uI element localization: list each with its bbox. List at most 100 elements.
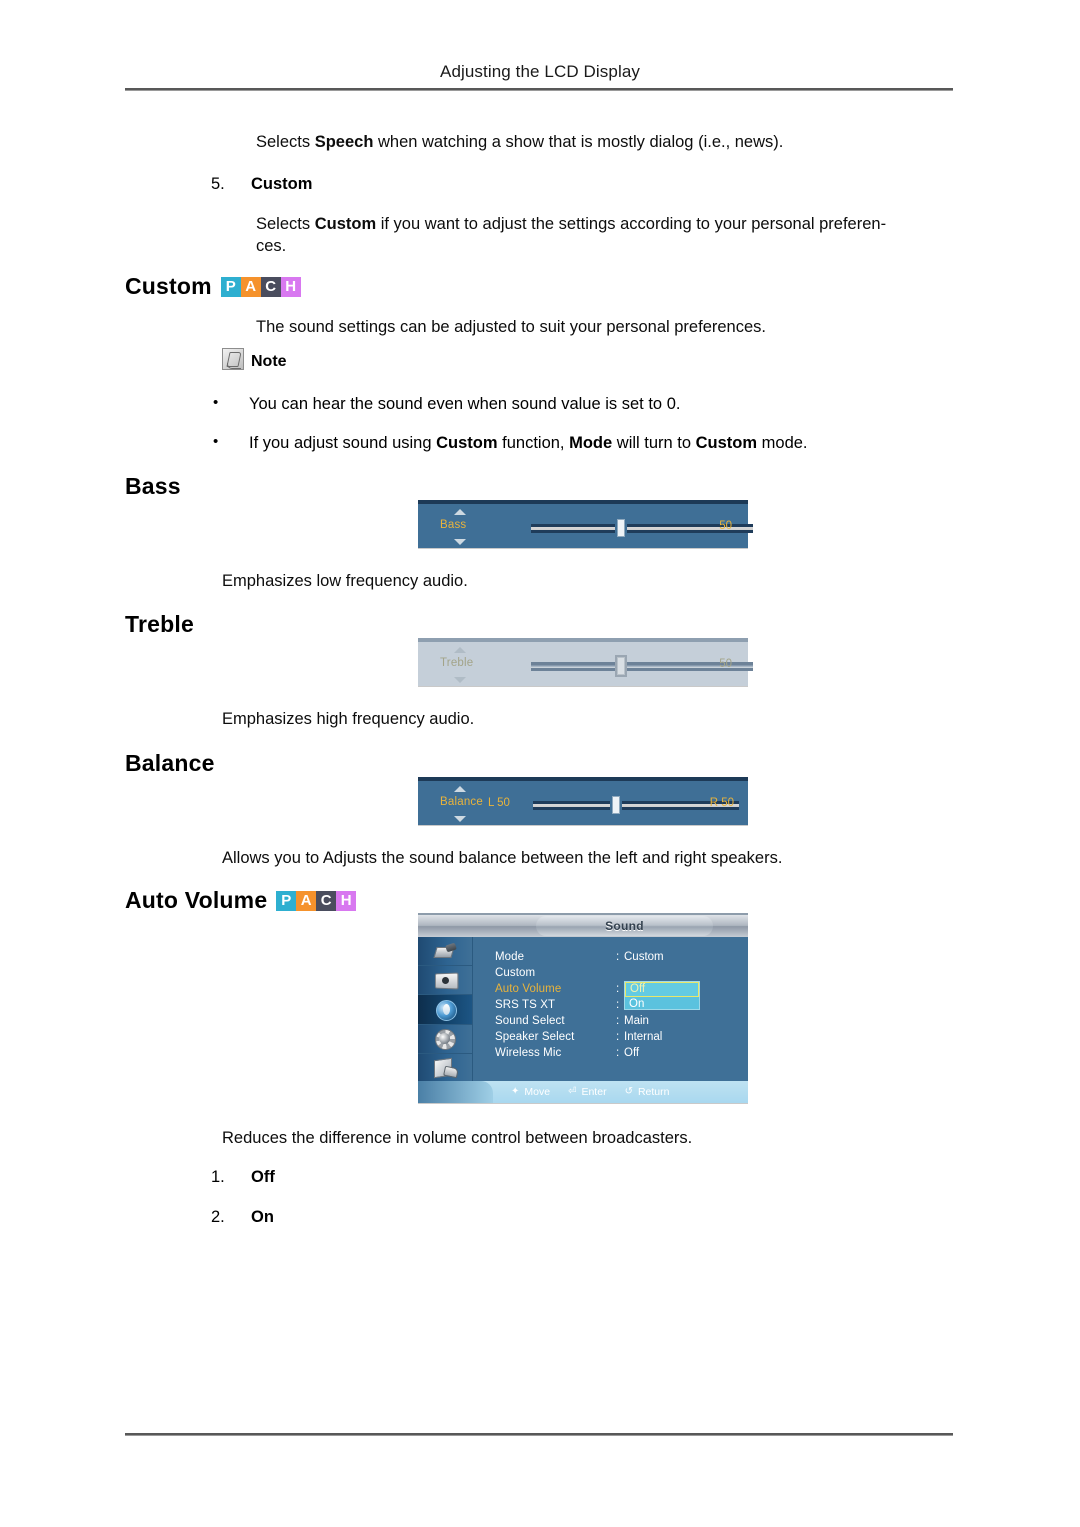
menu-value-speaker-select: Internal [624, 1031, 663, 1043]
custom-description-continuation: ces. [256, 237, 287, 255]
list-item-5-number: 5. [211, 175, 225, 193]
auto-volume-option-2-number: 2. [211, 1208, 225, 1226]
page-header-title: Adjusting the LCD Display [440, 62, 640, 81]
sidebar-item-sound[interactable] [418, 995, 472, 1025]
osd-sound-menu[interactable]: Sound Mode : Custom Custom Auto Volume:… [418, 913, 748, 1103]
dropdown-option-off[interactable]: Off [625, 982, 699, 997]
bottom-action-move-label: Move [524, 1086, 551, 1098]
menu-value-wireless-mic: Off [624, 1047, 640, 1059]
document-page: Adjusting the LCD Display Selects Speech… [0, 0, 1080, 1527]
osd-balance-right-value: R 50 [709, 797, 734, 809]
arrow-up-icon[interactable] [454, 647, 466, 653]
note-pencil-icon [222, 348, 244, 370]
osd-menu-title: Sound [605, 919, 644, 933]
osd-menu-content: Mode : Custom Custom Auto Volume : SRS T… [474, 937, 748, 1083]
osd-menu-sidebar [418, 937, 473, 1083]
intro-text-part2: when watching a show that is mostly dial… [373, 133, 784, 151]
bottom-action-move[interactable]: ✦ Move [511, 1086, 550, 1098]
osd-slider-treble[interactable]: Treble 50 [418, 638, 753, 686]
balance-heading-text: Balance [125, 750, 215, 776]
section-heading-bass: Bass [125, 473, 181, 500]
custom-bold: Custom [314, 215, 377, 233]
osd-balance-left-value: L 50 [488, 797, 510, 809]
header-divider [125, 88, 953, 91]
return-icon: ↺ [624, 1086, 633, 1097]
arrow-down-icon[interactable] [454, 539, 466, 545]
menu-row-auto-volume[interactable]: Auto Volume [495, 983, 561, 995]
badge-h: H [336, 890, 357, 911]
arrow-up-icon[interactable] [454, 509, 466, 515]
bottom-action-return-label: Return [637, 1086, 670, 1098]
list-item-5-label: Custom [251, 175, 313, 193]
auto-volume-dropdown[interactable]: Off On [624, 981, 700, 1010]
sidebar-item-setup[interactable] [418, 1025, 472, 1054]
bottom-action-enter[interactable]: ⏎ Enter [568, 1086, 607, 1098]
move-icon: ✦ [511, 1086, 520, 1097]
balance-description: Allows you to Adjusts the sound balance … [222, 849, 783, 867]
section-heading-auto-volume: Auto Volume P A C H [125, 887, 357, 914]
badge-c: C [260, 276, 281, 297]
bottom-bar-tab [418, 1081, 493, 1103]
arrow-up-icon[interactable] [454, 786, 466, 792]
picture-icon [432, 971, 458, 990]
treble-description: Emphasizes high frequency audio. [222, 710, 475, 728]
badge-a: A [240, 276, 261, 297]
menu-colon: : [616, 1015, 620, 1027]
note-label: Note [251, 353, 287, 370]
menu-colon: : [616, 1031, 620, 1043]
menu-value-sound-select: Main [624, 1015, 649, 1027]
osd-menu-bottom-bar: ✦ Move ⏎ Enter ↺ Return [418, 1081, 748, 1103]
arrow-down-icon[interactable] [454, 677, 466, 683]
auto-volume-option-1-number: 1. [211, 1168, 225, 1186]
osd-bass-label: Bass [440, 519, 467, 531]
auto-volume-description: Reduces the difference in volume control… [222, 1129, 693, 1147]
note-bullet-1-text: You can hear the sound even when sound v… [249, 395, 681, 413]
menu-row-sound-select[interactable]: Sound Select [495, 1015, 565, 1027]
osd-balance-track[interactable] [533, 801, 739, 810]
footer-divider [125, 1433, 953, 1436]
menu-row-mode[interactable]: Mode [495, 951, 524, 963]
section-heading-balance: Balance [125, 750, 215, 777]
intro-bold-speech: Speech [314, 133, 374, 151]
sidebar-item-picture[interactable] [418, 966, 472, 996]
menu-row-wireless-mic[interactable]: Wireless Mic [495, 1047, 561, 1059]
note-header: Note [222, 348, 287, 370]
auto-volume-option-2-label: On [251, 1208, 274, 1226]
custom-heading-text: Custom [125, 273, 212, 299]
osd-treble-value: 50 [719, 658, 732, 670]
bass-heading-text: Bass [125, 473, 181, 499]
multi-control-icon [432, 1058, 458, 1077]
custom-section-description: The sound settings can be adjusted to su… [256, 318, 766, 336]
custom-description-paragraph: Selects Custom if you want to adjust the… [256, 215, 887, 255]
dropdown-option-on[interactable]: On [625, 997, 699, 1011]
bottom-action-return[interactable]: ↺ Return [625, 1086, 670, 1098]
section-heading-treble: Treble [125, 611, 194, 638]
intro-text-part1: Selects [256, 133, 315, 151]
menu-value-mode: Custom [624, 951, 664, 963]
arrow-down-icon[interactable] [454, 816, 466, 822]
osd-balance-label: Balance [440, 796, 483, 808]
sidebar-item-multi-control[interactable] [418, 1054, 472, 1083]
menu-row-custom[interactable]: Custom [495, 967, 535, 979]
osd-bass-knob[interactable] [615, 517, 627, 539]
pach-badge-group-custom: P A C H [220, 276, 301, 297]
osd-slider-bass[interactable]: Bass 50 [418, 500, 753, 548]
auto-volume-option-1-label: Off [251, 1168, 275, 1186]
menu-colon: : [616, 951, 620, 963]
menu-colon: : [616, 999, 620, 1011]
badge-c: C [316, 890, 337, 911]
osd-treble-label: Treble [440, 657, 474, 669]
auto-volume-heading-text: Auto Volume [125, 887, 268, 913]
bullet-dot-icon: • [213, 394, 219, 411]
sidebar-item-input[interactable] [418, 937, 472, 967]
input-icon [432, 942, 458, 961]
menu-row-srs-ts-xt[interactable]: SRS TS XT [495, 999, 555, 1011]
osd-treble-knob[interactable] [615, 655, 627, 677]
osd-slider-balance[interactable]: Balance L 50 R 50 [418, 777, 748, 825]
badge-p: P [276, 890, 297, 911]
osd-balance-knob[interactable] [610, 794, 622, 816]
osd-bass-value: 50 [719, 520, 732, 532]
menu-row-speaker-select[interactable]: Speaker Select [495, 1031, 574, 1043]
osd-menu-title-pill: Sound [536, 916, 713, 936]
pach-badge-group-auto-volume: P A C H [276, 890, 357, 911]
